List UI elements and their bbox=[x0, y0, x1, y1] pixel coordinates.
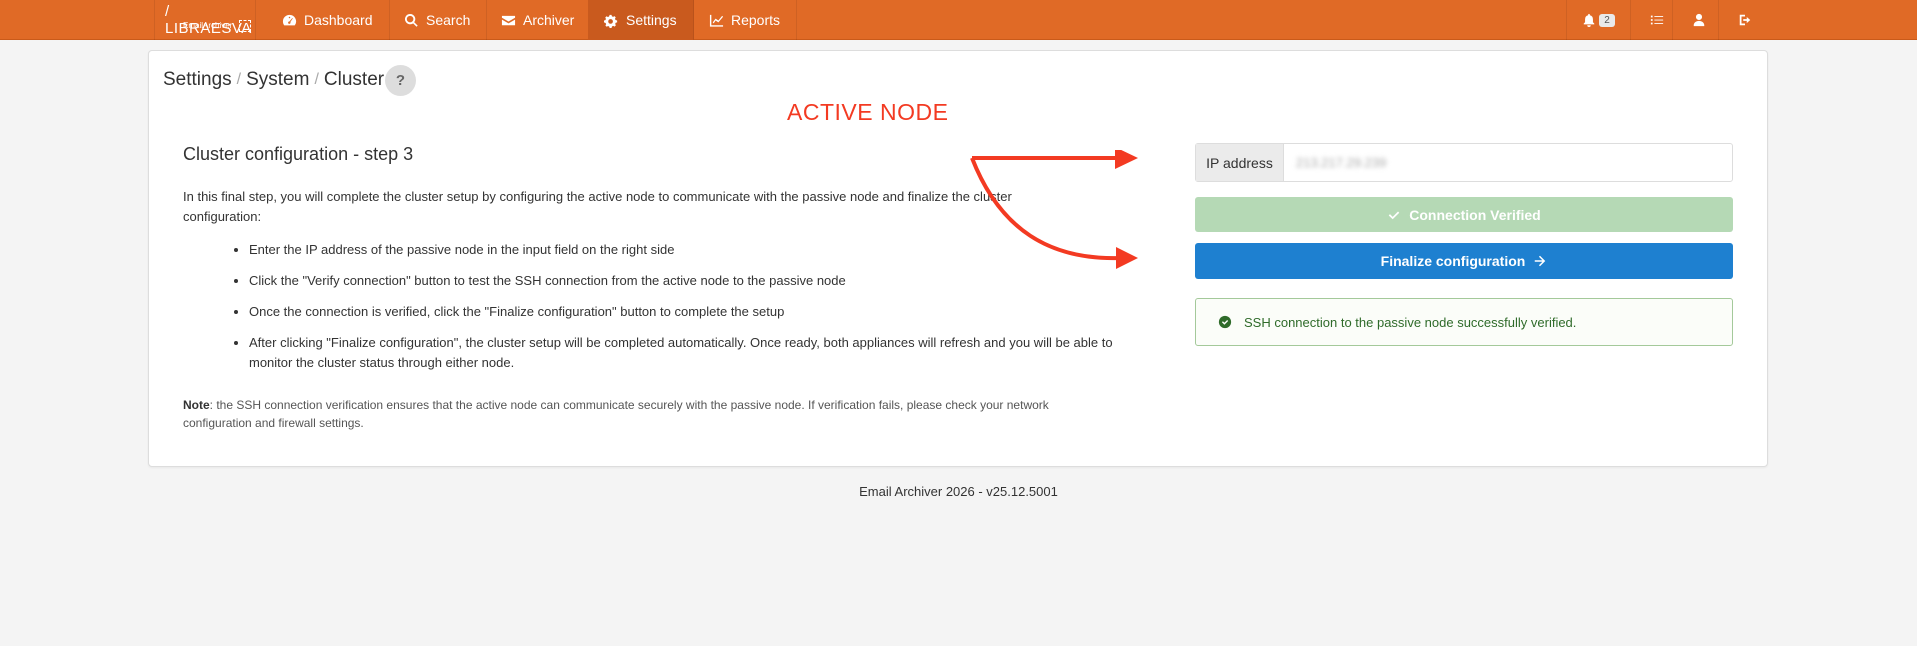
list-item: Enter the IP address of the passive node… bbox=[249, 240, 1129, 260]
verification-note: Note: the SSH connection verification en… bbox=[183, 396, 1083, 432]
note-label: Note bbox=[183, 398, 210, 412]
list-item: Once the connection is verified, click t… bbox=[249, 302, 1129, 322]
brand-logo[interactable]: / LIBRAESVA EmailArchiver bbox=[154, 0, 256, 40]
nav-reports-label: Reports bbox=[731, 12, 781, 28]
ip-address-group: IP address bbox=[1195, 143, 1733, 182]
logout-button[interactable] bbox=[1718, 0, 1770, 40]
list-item: Click the "Verify connection" button to … bbox=[249, 271, 1129, 291]
list-item: After clicking "Finalize configuration",… bbox=[249, 333, 1129, 373]
nav-archiver-label: Archiver bbox=[523, 12, 575, 28]
nav-dashboard[interactable]: Dashboard bbox=[266, 0, 390, 40]
instruction-list: Enter the IP address of the passive node… bbox=[249, 240, 1129, 384]
active-node-annotation: ACTIVE NODE bbox=[787, 99, 949, 125]
help-button[interactable]: ? bbox=[385, 65, 416, 96]
brand-mark-icon bbox=[239, 20, 251, 32]
tasks-list-icon bbox=[1650, 15, 1663, 25]
bell-icon bbox=[1583, 13, 1595, 27]
ip-address-label: IP address bbox=[1196, 144, 1284, 181]
notification-count-badge: 2 bbox=[1599, 13, 1615, 27]
breadcrumb-separator: / bbox=[314, 71, 319, 88]
nav-archiver[interactable]: Archiver bbox=[485, 0, 592, 40]
breadcrumb: Settings / System / Cluster bbox=[163, 69, 384, 91]
connection-verified-label: Connection Verified bbox=[1409, 206, 1541, 223]
breadcrumb-separator: / bbox=[236, 71, 242, 88]
top-navbar: / LIBRAESVA EmailArchiver Dashboard Sear… bbox=[0, 0, 1917, 40]
chart-icon bbox=[709, 14, 724, 27]
check-circle-icon bbox=[1218, 315, 1232, 329]
finalize-configuration-label: Finalize configuration bbox=[1380, 253, 1526, 269]
connection-verified-button[interactable]: Connection Verified bbox=[1195, 197, 1733, 232]
ssh-success-text: SSH connection to the passive node succe… bbox=[1244, 314, 1577, 330]
ssh-success-alert: SSH connection to the passive node succe… bbox=[1195, 298, 1733, 346]
breadcrumb-settings[interactable]: Settings bbox=[163, 69, 232, 91]
notifications-button[interactable]: 2 bbox=[1566, 0, 1630, 40]
check-icon bbox=[1389, 211, 1400, 219]
note-text: : the SSH connection verification ensure… bbox=[183, 398, 1049, 430]
nav-settings-label: Settings bbox=[626, 12, 677, 28]
search-icon bbox=[404, 13, 418, 27]
nav-dashboard-label: Dashboard bbox=[304, 12, 373, 28]
arrow-right-icon bbox=[1535, 255, 1546, 267]
nav-search-label: Search bbox=[426, 12, 471, 28]
finalize-configuration-button[interactable]: Finalize configuration bbox=[1195, 243, 1733, 279]
breadcrumb-system[interactable]: System bbox=[246, 69, 309, 91]
brand-sub: EmailArchiver bbox=[183, 21, 233, 30]
nav-reports[interactable]: Reports bbox=[693, 0, 798, 40]
gears-icon bbox=[604, 14, 618, 28]
nav-settings[interactable]: Settings bbox=[588, 0, 694, 40]
user-button[interactable] bbox=[1672, 0, 1724, 40]
nav-search[interactable]: Search bbox=[388, 0, 488, 40]
ip-address-input[interactable] bbox=[1284, 144, 1732, 181]
page-footer: Email Archiver 2026 - v25.12.5001 bbox=[859, 484, 1058, 499]
step-intro: In this final step, you will complete th… bbox=[183, 189, 1012, 224]
envelope-icon bbox=[501, 15, 516, 25]
settings-card: Settings / System / Cluster ? ACTIVE NOD… bbox=[148, 50, 1768, 467]
user-icon bbox=[1693, 13, 1704, 27]
sign-out-icon bbox=[1739, 14, 1750, 26]
dashboard-icon bbox=[282, 14, 297, 25]
step-title: Cluster configuration - step 3 bbox=[183, 144, 414, 164]
breadcrumb-cluster: Cluster bbox=[323, 69, 385, 90]
